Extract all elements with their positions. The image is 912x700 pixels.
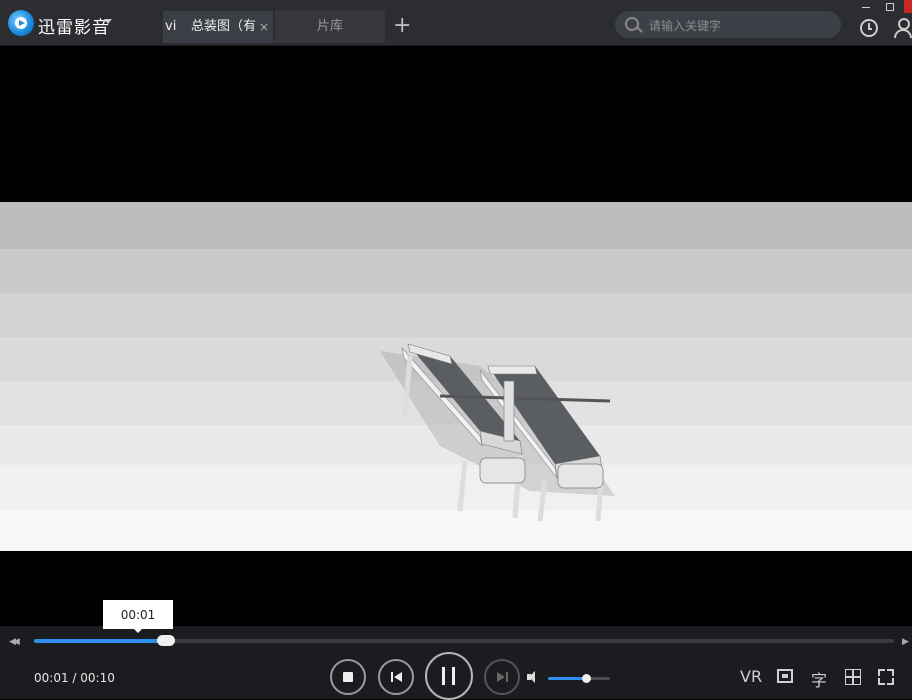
next-button[interactable]	[484, 659, 520, 695]
history-icon[interactable]	[860, 19, 878, 37]
seek-time-tooltip: 00:01	[103, 600, 173, 633]
tab-library[interactable]: 片库	[275, 11, 385, 43]
tab-prefix: vi	[165, 19, 177, 34]
volume-icon[interactable]	[527, 671, 539, 683]
xunlei-logo-icon[interactable]	[8, 10, 34, 36]
fullscreen-icon[interactable]	[878, 669, 894, 685]
maximize-icon[interactable]	[886, 3, 894, 11]
volume-fill	[548, 677, 587, 680]
user-icon[interactable]	[894, 16, 912, 38]
tab-current-video[interactable]: vi 总装图（有 ×	[163, 11, 273, 43]
video-viewport[interactable]	[0, 46, 912, 626]
search-input[interactable]	[647, 15, 831, 36]
title-bar: 迅雷影音 vi 总装图（有 × 片库 +	[0, 0, 912, 46]
close-window-icon[interactable]	[904, 0, 912, 13]
tab-close-icon[interactable]: ×	[259, 11, 269, 43]
app-menu-chevron-down-icon[interactable]	[104, 19, 112, 24]
previous-button[interactable]	[378, 659, 414, 695]
search-icon[interactable]	[625, 17, 639, 31]
conveyor-machine-image	[380, 343, 615, 522]
grid-icon[interactable]	[845, 669, 861, 685]
app-name[interactable]: 迅雷影音	[38, 13, 110, 38]
time-display: 00:01 / 00:10	[34, 671, 115, 685]
progress-bar[interactable]	[34, 635, 894, 646]
subtitle-button[interactable]: 字	[811, 667, 827, 691]
add-tab-button[interactable]: +	[393, 13, 411, 39]
stop-button[interactable]	[330, 659, 366, 695]
tab-title: 总装图（有	[191, 19, 257, 34]
progress-handle[interactable]	[157, 635, 176, 646]
seek-forward-icon[interactable]: ▶	[902, 637, 909, 647]
pause-button[interactable]	[425, 652, 473, 700]
minimize-icon[interactable]	[862, 7, 870, 8]
vr-button[interactable]: VR	[740, 667, 762, 686]
picture-in-picture-icon[interactable]	[777, 669, 793, 683]
volume-slider[interactable]	[548, 674, 610, 683]
progress-fill	[34, 639, 167, 643]
seek-backward-icon[interactable]: ◀◀	[9, 637, 20, 647]
search-box[interactable]	[615, 11, 841, 38]
